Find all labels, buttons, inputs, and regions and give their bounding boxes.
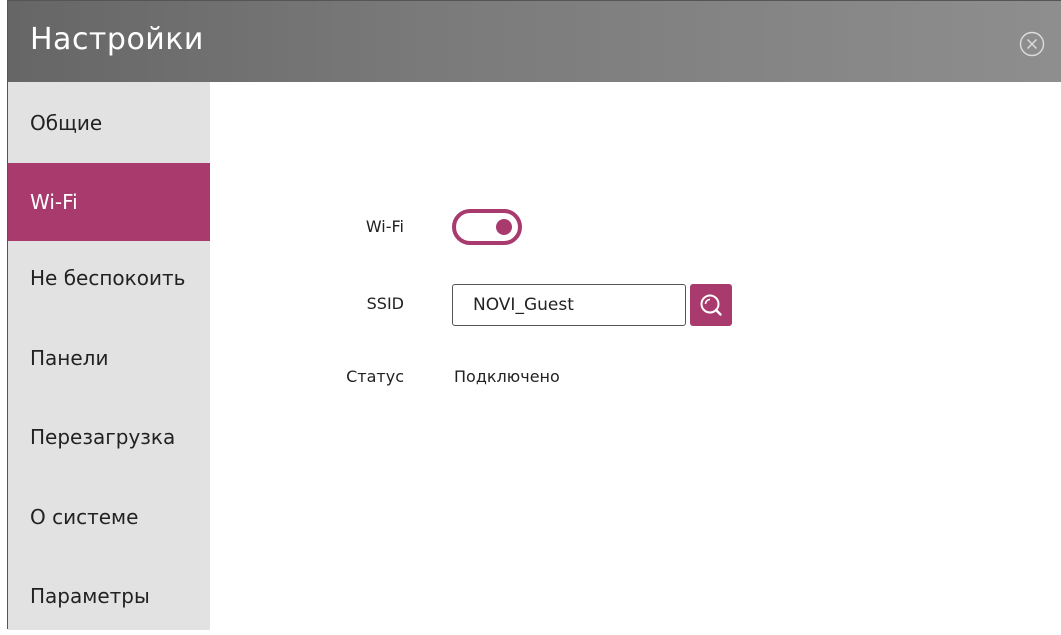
sidebar: Общие Wi-Fi Не беспокоить Панели Перезаг… — [8, 82, 210, 630]
sidebar-item-label: О системе — [30, 505, 139, 529]
settings-window: Настройки Общие Wi-Fi Не беспокоить Пане… — [7, 0, 1061, 630]
close-icon[interactable] — [1019, 31, 1045, 57]
sidebar-item-label: Панели — [30, 346, 109, 370]
sidebar-item-label: Общие — [30, 111, 103, 135]
wifi-toggle[interactable] — [452, 209, 522, 245]
sidebar-item-label: Перезагрузка — [30, 425, 176, 449]
sidebar-item-panels[interactable]: Панели — [8, 319, 210, 397]
window-title: Настройки — [30, 22, 204, 57]
titlebar: Настройки — [8, 1, 1061, 82]
sidebar-item-parameters[interactable]: Параметры — [8, 557, 210, 635]
sidebar-item-general[interactable]: Общие — [8, 84, 210, 162]
sidebar-item-about[interactable]: О системе — [8, 478, 210, 556]
sidebar-item-label: Wi-Fi — [30, 190, 78, 214]
sidebar-item-wifi[interactable]: Wi-Fi — [8, 163, 210, 241]
sidebar-item-label: Не беспокоить — [30, 266, 186, 290]
status-label: Статус — [346, 367, 404, 386]
status-value: Подключено — [454, 367, 560, 386]
ssid-search-button[interactable] — [690, 284, 732, 326]
sidebar-item-reboot[interactable]: Перезагрузка — [8, 398, 210, 476]
sidebar-item-do-not-disturb[interactable]: Не беспокоить — [8, 239, 210, 317]
ssid-label: SSID — [366, 294, 404, 313]
sidebar-item-label: Параметры — [30, 584, 150, 608]
toggle-knob — [496, 219, 512, 235]
ssid-input[interactable] — [452, 284, 686, 326]
wifi-toggle-label: Wi-Fi — [365, 217, 404, 236]
wifi-settings-panel: Wi-Fi SSID Статус Подключено — [210, 82, 1061, 630]
search-icon — [700, 294, 722, 316]
